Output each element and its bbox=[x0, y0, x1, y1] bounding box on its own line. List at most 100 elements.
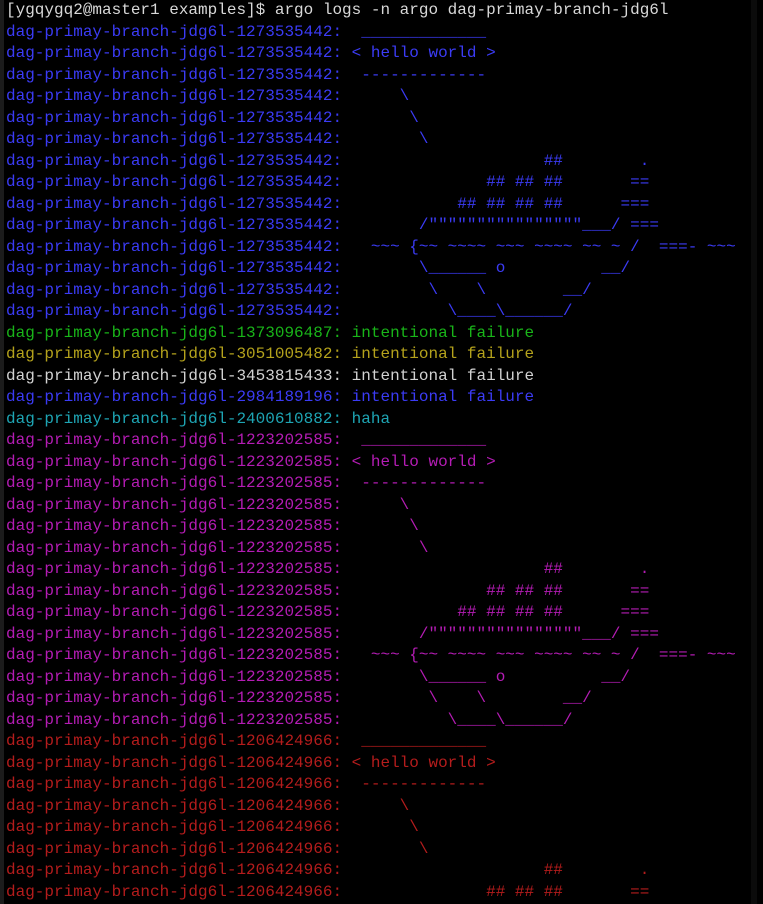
log-line-prefix: dag-primay-branch-jdg6l-1223202585: bbox=[6, 624, 343, 643]
log-line: dag-primay-branch-jdg6l-1223202585: \ bbox=[6, 538, 757, 560]
log-line-prefix: dag-primay-branch-jdg6l-1206424966: bbox=[6, 775, 343, 793]
log-line: dag-primay-branch-jdg6l-1273535442: < he… bbox=[6, 43, 757, 65]
log-line: dag-primay-branch-jdg6l-1273535442: \ \ … bbox=[6, 280, 757, 302]
log-line-message: \ bbox=[342, 538, 429, 557]
log-line-message: ## ## ## == bbox=[342, 882, 650, 901]
log-line-message: \____\______/ bbox=[342, 710, 573, 729]
log-line-prefix: dag-primay-branch-jdg6l-1206424966: bbox=[6, 861, 343, 879]
log-line-message: \ bbox=[342, 108, 419, 127]
log-line-message: ## . bbox=[342, 560, 650, 578]
log-line-prefix: dag-primay-branch-jdg6l-1273535442: bbox=[6, 280, 343, 299]
log-line-message: \ bbox=[342, 130, 429, 148]
log-line: dag-primay-branch-jdg6l-1206424966: \ bbox=[6, 817, 757, 839]
log-line-prefix: dag-primay-branch-jdg6l-1223202585: bbox=[6, 560, 343, 578]
log-line-prefix: dag-primay-branch-jdg6l-1273535442: bbox=[6, 87, 343, 105]
log-line-message: \ bbox=[342, 517, 419, 535]
log-line-prefix: dag-primay-branch-jdg6l-1206424966: bbox=[6, 796, 343, 815]
log-line-prefix: dag-primay-branch-jdg6l-1273535442: bbox=[6, 130, 343, 148]
log-line-prefix: dag-primay-branch-jdg6l-1273535442: bbox=[6, 302, 343, 320]
log-line-prefix: dag-primay-branch-jdg6l-1223202585: bbox=[6, 689, 343, 707]
log-line-prefix: dag-primay-branch-jdg6l-1273535442: bbox=[6, 216, 343, 234]
log-line: dag-primay-branch-jdg6l-1273535442: \ bbox=[6, 108, 757, 130]
log-line: dag-primay-branch-jdg6l-1206424966: \ bbox=[6, 796, 757, 818]
log-line-prefix: dag-primay-branch-jdg6l-1223202585: bbox=[6, 710, 343, 729]
log-line-message: \______ o __/ bbox=[342, 259, 631, 277]
log-line-message: /""""""""""""""""___/ === bbox=[342, 216, 659, 234]
log-line-message: ## ## ## ## === bbox=[342, 603, 650, 621]
log-line: dag-primay-branch-jdg6l-1273535442: \___… bbox=[6, 258, 757, 280]
log-line-prefix: dag-primay-branch-jdg6l-1223202585: bbox=[6, 667, 343, 686]
log-line-message: ------------- bbox=[342, 474, 487, 492]
log-line-prefix: dag-primay-branch-jdg6l-1273535442: bbox=[6, 108, 343, 127]
log-line-message: ~~~ {~~ ~~~~ ~~~ ~~~~ ~~ ~ / ===- ~~~ bbox=[342, 237, 736, 256]
log-line-message: ## . bbox=[342, 861, 650, 879]
log-line-prefix: dag-primay-branch-jdg6l-2984189196: bbox=[6, 388, 343, 406]
log-line: dag-primay-branch-jdg6l-1223202585: ## . bbox=[6, 559, 757, 581]
log-line-prefix: dag-primay-branch-jdg6l-3453815433: bbox=[6, 366, 343, 385]
log-line-message: _____________ bbox=[342, 22, 487, 41]
log-line-prefix: dag-primay-branch-jdg6l-1223202585: bbox=[6, 538, 343, 557]
log-line-prefix: dag-primay-branch-jdg6l-1273535442: bbox=[6, 65, 343, 84]
log-line: dag-primay-branch-jdg6l-1223202585: ## #… bbox=[6, 602, 757, 624]
log-output[interactable]: dag-primay-branch-jdg6l-1273535442: ____… bbox=[6, 22, 757, 904]
log-line: dag-primay-branch-jdg6l-3453815433: inte… bbox=[6, 366, 757, 388]
log-line-message: \ bbox=[342, 818, 419, 836]
log-line: dag-primay-branch-jdg6l-1206424966: ----… bbox=[6, 774, 757, 796]
terminal-window[interactable]: [ygqygq2@master1 examples]$ argo logs -n… bbox=[0, 0, 757, 904]
log-line-message: _____________ bbox=[342, 732, 487, 750]
log-line-prefix: dag-primay-branch-jdg6l-1223202585: bbox=[6, 474, 343, 492]
log-line: dag-primay-branch-jdg6l-1273535442: ## #… bbox=[6, 172, 757, 194]
log-line-message: \______ o __/ bbox=[342, 667, 631, 686]
log-line: dag-primay-branch-jdg6l-1223202585: < he… bbox=[6, 452, 757, 474]
log-line-message: intentional failure bbox=[342, 345, 535, 363]
log-line-message: ## ## ## == bbox=[342, 173, 650, 191]
log-line-prefix: dag-primay-branch-jdg6l-1206424966: bbox=[6, 732, 343, 750]
log-line: dag-primay-branch-jdg6l-1223202585: ~~~ … bbox=[6, 645, 757, 667]
log-line: dag-primay-branch-jdg6l-1223202585: \ bbox=[6, 495, 757, 517]
log-line-message: < hello world > bbox=[342, 753, 496, 772]
log-line-message: intentional failure bbox=[342, 388, 535, 406]
log-line-message: < hello world > bbox=[342, 44, 496, 62]
log-line: dag-primay-branch-jdg6l-1273535442: ____… bbox=[6, 22, 757, 44]
log-line: dag-primay-branch-jdg6l-1223202585: \___… bbox=[6, 710, 757, 732]
log-line: dag-primay-branch-jdg6l-1273535442: \___… bbox=[6, 301, 757, 323]
log-line-message: \ \ __/ bbox=[342, 280, 592, 299]
log-line-prefix: dag-primay-branch-jdg6l-1223202585: bbox=[6, 581, 343, 600]
log-line: dag-primay-branch-jdg6l-1206424966: ## #… bbox=[6, 882, 757, 904]
log-line-message: ## . bbox=[342, 151, 650, 170]
log-line-message: \ \ __/ bbox=[342, 689, 592, 707]
log-line: dag-primay-branch-jdg6l-1273535442: /"""… bbox=[6, 215, 757, 237]
log-line-message: haha bbox=[342, 409, 391, 428]
log-line: dag-primay-branch-jdg6l-1223202585: \ \ … bbox=[6, 688, 757, 710]
log-line: dag-primay-branch-jdg6l-1223202585: /"""… bbox=[6, 624, 757, 646]
log-line-prefix: dag-primay-branch-jdg6l-1273535442: bbox=[6, 151, 343, 170]
log-line-prefix: dag-primay-branch-jdg6l-1206424966: bbox=[6, 882, 343, 901]
log-line: dag-primay-branch-jdg6l-1223202585: ____… bbox=[6, 430, 757, 452]
log-line-prefix: dag-primay-branch-jdg6l-1206424966: bbox=[6, 818, 343, 836]
log-line-message: \ bbox=[342, 495, 410, 514]
log-line-message: ## ## ## ## === bbox=[342, 194, 650, 213]
log-line-prefix: dag-primay-branch-jdg6l-1273535442: bbox=[6, 194, 343, 213]
log-line-prefix: dag-primay-branch-jdg6l-1223202585: bbox=[6, 517, 343, 535]
log-line-message: ~~~ {~~ ~~~~ ~~~ ~~~~ ~~ ~ / ===- ~~~ bbox=[342, 646, 736, 664]
log-line-prefix: dag-primay-branch-jdg6l-1273535442: bbox=[6, 259, 343, 277]
log-line-prefix: dag-primay-branch-jdg6l-1273535442: bbox=[6, 22, 343, 41]
log-line-message: ## ## ## == bbox=[342, 581, 650, 600]
log-line: dag-primay-branch-jdg6l-1273535442: \ bbox=[6, 129, 757, 151]
window-left-edge bbox=[0, 0, 4, 904]
log-line-message: _____________ bbox=[342, 431, 487, 449]
log-line-message: \ bbox=[342, 87, 410, 105]
log-line: dag-primay-branch-jdg6l-1206424966: \ bbox=[6, 839, 757, 861]
log-line-prefix: dag-primay-branch-jdg6l-2400610882: bbox=[6, 409, 343, 428]
scrollbar[interactable] bbox=[751, 0, 757, 904]
log-line-message: /""""""""""""""""___/ === bbox=[342, 624, 659, 643]
log-line-prefix: dag-primay-branch-jdg6l-1206424966: bbox=[6, 839, 343, 858]
log-line: dag-primay-branch-jdg6l-1273535442: ## #… bbox=[6, 194, 757, 216]
log-line: dag-primay-branch-jdg6l-1273535442: ~~~ … bbox=[6, 237, 757, 259]
command-prompt-line[interactable]: [ygqygq2@master1 examples]$ argo logs -n… bbox=[6, 0, 757, 22]
log-line: dag-primay-branch-jdg6l-1223202585: ## #… bbox=[6, 581, 757, 603]
log-line-prefix: dag-primay-branch-jdg6l-1373096487: bbox=[6, 323, 343, 342]
log-line-prefix: dag-primay-branch-jdg6l-1223202585: bbox=[6, 495, 343, 514]
log-line-message: < hello world > bbox=[342, 452, 496, 471]
log-line: dag-primay-branch-jdg6l-1273535442: \ bbox=[6, 86, 757, 108]
